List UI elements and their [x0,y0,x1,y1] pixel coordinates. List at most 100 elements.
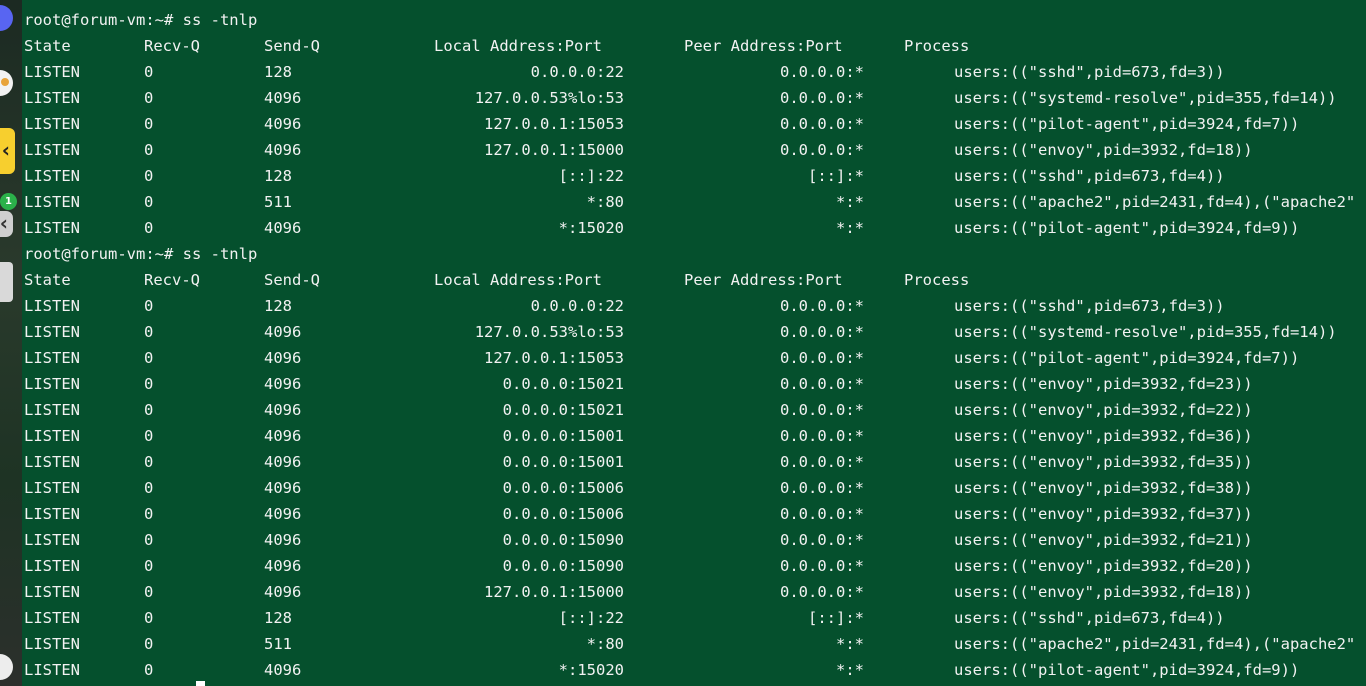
process-cell: users:(("sshd",pid=673,fd=3)) [954,63,1225,81]
ubuntu-icon[interactable] [0,654,13,680]
local-address-cell: 127.0.0.1:15053 [484,349,624,367]
state-cell: LISTEN [24,375,80,393]
local-address-cell: 0.0.0.0:15090 [502,557,624,575]
state-cell: LISTEN [24,453,80,471]
local-address-cell: 0.0.0.0:22 [530,63,624,81]
send-q-cell: 4096 [264,531,302,549]
send-q-cell: 4096 [264,375,302,393]
discord-icon[interactable] [0,5,13,31]
prompt-line: root@forum-vm:~# ss -tnlp [24,7,1366,33]
table-row: LISTEN 0 4096 *:15020 *:* users:(("pilot-agen… [24,215,1366,241]
local-address-cell: *:15020 [558,219,624,237]
peer-address-cell: 0.0.0.0:* [780,427,864,445]
state-cell: LISTEN [24,297,80,315]
send-q-cell: 4096 [264,427,302,445]
recv-q-cell: 0 [144,89,154,107]
table-row: LISTEN 0 4096 0.0.0.0:15001 0.0.0.0:* users:(… [24,423,1366,449]
peer-address-cell: 0.0.0.0:* [780,557,864,575]
table-row: LISTEN 0 128 [::]:22 [::]:* users:(("sshd",pi… [24,163,1366,189]
local-address-cell: 0.0.0.0:15021 [502,375,624,393]
peer-address-cell: *:* [836,635,864,653]
command-text: ss -tnlp [182,11,258,29]
app-icon[interactable] [0,128,15,174]
local-address-cell: 0.0.0.0:15006 [502,479,624,497]
state-cell: LISTEN [24,63,80,81]
table-row: LISTEN 0 511 *:80 *:* users:(("apache2",pid=2… [24,189,1366,215]
recv-q-cell: 0 [144,141,154,159]
state-cell: LISTEN [24,349,80,367]
table-row: LISTEN 0 4096 0.0.0.0:15090 0.0.0.0:* users:(… [24,527,1366,553]
process-cell: users:(("envoy",pid=3932,fd=18)) [954,141,1253,159]
terminal-output[interactable]: root@forum-vm:~# ss -tnlp State Recv-Q Send… [24,7,1366,683]
send-q-cell: 4096 [264,453,302,471]
recv-q-cell: 0 [144,115,154,133]
send-q-cell: 4096 [264,141,302,159]
column-header: Local Address:Port [434,37,602,55]
peer-address-cell: *:* [836,661,864,679]
recv-q-cell: 0 [144,297,154,315]
process-cell: users:(("systemd-resolve",pid=355,fd=14)… [954,89,1337,107]
table-row: LISTEN 0 511 *:80 *:* users:(("apache2",pid=2… [24,631,1366,657]
table-row: LISTEN 0 4096 *:15020 *:* users:(("pilot-agen… [24,657,1366,683]
process-cell: users:(("pilot-agent",pid=3924,fd=9)) [954,219,1300,237]
state-cell: LISTEN [24,583,80,601]
process-cell: users:(("apache2",pid=2431,fd=4),("apach… [954,635,1356,653]
table-row: LISTEN 0 4096 0.0.0.0:15006 0.0.0.0:* users:(… [24,501,1366,527]
state-cell: LISTEN [24,323,80,341]
extensions-icon[interactable] [0,211,13,237]
process-cell: users:(("envoy",pid=3932,fd=23)) [954,375,1253,393]
recv-q-cell: 0 [144,427,154,445]
send-q-cell: 4096 [264,661,302,679]
local-address-cell: [::]:22 [558,167,624,185]
recv-q-cell: 0 [144,63,154,81]
send-q-cell: 4096 [264,479,302,497]
process-cell: users:(("apache2",pid=2431,fd=4),("apach… [954,193,1356,211]
state-cell: LISTEN [24,193,80,211]
peer-address-cell: 0.0.0.0:* [780,349,864,367]
process-cell: users:(("systemd-resolve",pid=355,fd=14)… [954,323,1337,341]
state-cell: LISTEN [24,401,80,419]
peer-address-cell: 0.0.0.0:* [780,323,864,341]
column-header: State [24,271,71,289]
column-header: Recv-Q [144,37,200,55]
recv-q-cell: 0 [144,557,154,575]
table-row: LISTEN 0 128 0.0.0.0:22 0.0.0.0:* users:(("ss… [24,293,1366,319]
process-cell: users:(("envoy",pid=3932,fd=38)) [954,479,1253,497]
peer-address-cell: [::]:* [808,609,864,627]
local-address-cell: 127.0.0.53%lo:53 [474,323,624,341]
send-q-cell: 128 [264,297,292,315]
shell-prompt: root@forum-vm:~# [24,245,183,263]
send-q-cell: 4096 [264,505,302,523]
process-cell: users:(("sshd",pid=673,fd=3)) [954,297,1225,315]
chrome-icon[interactable] [0,70,13,96]
column-header: Local Address:Port [434,271,602,289]
file-icon[interactable] [0,262,13,302]
peer-address-cell: 0.0.0.0:* [780,453,864,471]
state-cell: LISTEN [24,479,80,497]
local-address-cell: 0.0.0.0:15001 [502,427,624,445]
send-q-cell: 4096 [264,583,302,601]
state-cell: LISTEN [24,609,80,627]
local-address-cell: *:80 [586,193,624,211]
send-q-cell: 4096 [264,557,302,575]
local-address-cell: 0.0.0.0:15006 [502,505,624,523]
peer-address-cell: 0.0.0.0:* [780,479,864,497]
process-cell: users:(("sshd",pid=673,fd=4)) [954,167,1225,185]
send-q-cell: 128 [264,63,292,81]
recv-q-cell: 0 [144,375,154,393]
column-header: Send-Q [264,37,320,55]
column-header: Process [904,271,970,289]
process-cell: users:(("envoy",pid=3932,fd=37)) [954,505,1253,523]
recv-q-cell: 0 [144,323,154,341]
recv-q-cell: 0 [144,453,154,471]
